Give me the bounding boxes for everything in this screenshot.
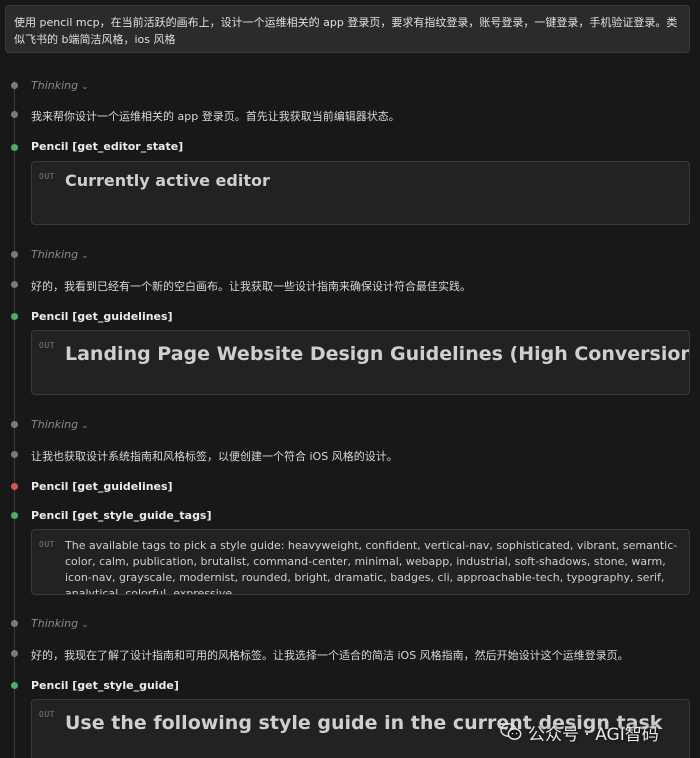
chevron-down-icon: ⌄ (81, 421, 89, 431)
tool-status-dot (11, 144, 18, 151)
assistant-message: 让我也获取设计系统指南和风格标签，以便创建一个符合 iOS 风格的设计。 (31, 450, 398, 463)
timeline-dot (11, 620, 18, 627)
tool-call-label[interactable]: Pencil [get_style_guide_tags] (31, 509, 212, 522)
tool-call-label[interactable]: Pencil [get_guidelines] (31, 480, 173, 493)
assistant-message: 好的，我看到已经有一个新的空白画布。让我获取一些设计指南来确保设计符合最佳实践。 (31, 280, 471, 293)
watermark-text: 公众号 · AGI智码 (528, 724, 659, 745)
out-label: OUT (39, 172, 55, 181)
user-prompt: 使用 pencil mcp，在当前活跃的画布上，设计一个运维相关的 app 登录… (5, 5, 690, 53)
tool-status-dot (11, 483, 18, 490)
tool-call-label[interactable]: Pencil [get_guidelines] (31, 310, 173, 323)
out-label: OUT (39, 540, 55, 549)
wechat-icon (500, 722, 522, 742)
tool-output-box: OUT Currently active editor (31, 161, 690, 225)
tool-status-dot (11, 512, 18, 519)
watermark: 公众号 · AGI智码 (500, 719, 659, 745)
timeline-dot (11, 451, 18, 458)
tool-call-label[interactable]: Pencil [get_style_guide] (31, 679, 179, 692)
timeline-dot (11, 650, 18, 657)
timeline-dot (11, 421, 18, 428)
out-label: OUT (39, 710, 55, 719)
chevron-down-icon: ⌄ (81, 620, 89, 630)
tool-output-text: The available tags to pick a style guide… (65, 539, 678, 594)
timeline-dot (11, 281, 18, 288)
assistant-message: 好的，我现在了解了设计指南和可用的风格标签。让我选择一个适合的简洁 iOS 风格… (31, 649, 629, 662)
tool-output-box: OUT Landing Page Website Design Guidelin… (31, 330, 690, 395)
timeline-dot (11, 251, 18, 258)
tool-output-box: OUT The available tags to pick a style g… (31, 529, 690, 595)
chevron-down-icon: ⌄ (81, 82, 89, 92)
tool-output-title: Currently active editor (65, 171, 270, 190)
thinking-toggle[interactable]: Thinking ⌄ (31, 418, 89, 431)
tool-status-dot (11, 682, 18, 689)
thinking-toggle[interactable]: Thinking ⌄ (31, 248, 89, 261)
assistant-message: 我来帮你设计一个运维相关的 app 登录页。首先让我获取当前编辑器状态。 (31, 110, 400, 123)
tool-output-title: Landing Page Website Design Guidelines (… (65, 343, 690, 365)
out-label: OUT (39, 341, 55, 350)
tool-status-dot (11, 313, 18, 320)
tool-call-label[interactable]: Pencil [get_editor_state] (31, 140, 183, 153)
thinking-toggle[interactable]: Thinking ⌄ (31, 617, 89, 630)
thinking-toggle[interactable]: Thinking ⌄ (31, 79, 89, 92)
timeline-dot (11, 82, 18, 89)
chevron-down-icon: ⌄ (81, 251, 89, 261)
timeline-dot (11, 111, 18, 118)
